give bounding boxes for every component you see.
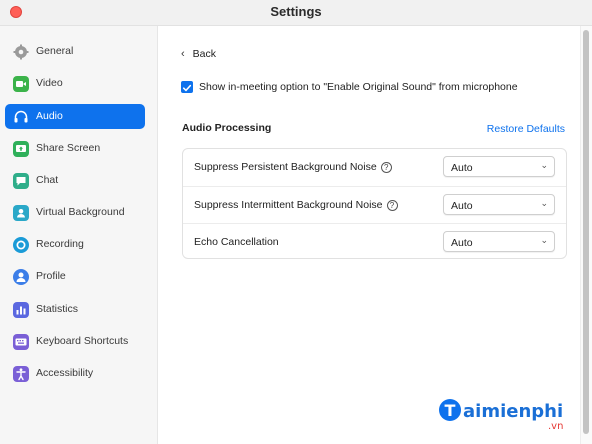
echo-cancellation-row: Echo Cancellation Auto ⌄ <box>183 223 566 260</box>
headphones-icon <box>12 108 29 125</box>
title-bar: Settings <box>0 0 592 26</box>
chevron-updown-icon: ⌄ <box>540 198 548 208</box>
persistent-noise-select[interactable]: Auto ⌄ <box>443 156 555 177</box>
select-value: Auto <box>451 162 473 174</box>
sidebar-item-audio[interactable]: Audio <box>5 104 145 129</box>
record-icon <box>12 236 29 253</box>
sidebar-item-label: Share Screen <box>36 142 101 154</box>
sidebar-item-profile[interactable]: Profile <box>5 264 145 289</box>
help-icon[interactable]: ? <box>380 161 392 173</box>
sidebar-item-general[interactable]: General <box>5 39 145 64</box>
sidebar-item-virtual-background[interactable]: Virtual Background <box>5 200 145 225</box>
video-icon <box>12 75 29 92</box>
select-value: Auto <box>451 200 473 212</box>
select-value: Auto <box>451 237 473 249</box>
chat-icon <box>12 172 29 189</box>
sidebar-item-video[interactable]: Video <box>5 71 145 96</box>
statistics-icon <box>12 301 29 318</box>
sidebar-item-label: Chat <box>36 174 59 186</box>
restore-defaults-link[interactable]: Restore Defaults <box>487 123 565 135</box>
audio-processing-panel: Suppress Persistent Background Noise ? A… <box>182 148 567 259</box>
profile-icon <box>12 268 29 285</box>
sidebar-item-keyboard-shortcuts[interactable]: Keyboard Shortcuts <box>5 329 145 354</box>
sidebar-item-share-screen[interactable]: Share Screen <box>5 136 145 161</box>
persistent-noise-label: Suppress Persistent Background Noise <box>194 161 377 173</box>
watermark-suffix: .vn <box>548 421 563 432</box>
sidebar-item-chat[interactable]: Chat <box>5 168 145 193</box>
keyboard-icon <box>12 333 29 350</box>
sidebar-item-label: Video <box>36 77 63 89</box>
intermittent-noise-label: Suppress Intermittent Background Noise <box>194 199 383 211</box>
scrollbar[interactable] <box>580 26 592 444</box>
watermark-letter: T <box>445 401 456 420</box>
echo-cancellation-label: Echo Cancellation <box>194 236 279 248</box>
scrollbar-thumb[interactable] <box>583 30 589 434</box>
intermittent-noise-select[interactable]: Auto ⌄ <box>443 194 555 215</box>
intermittent-noise-row: Suppress Intermittent Background Noise ?… <box>183 186 566 223</box>
accessibility-icon <box>12 365 29 382</box>
chevron-left-icon: ‹ <box>181 48 185 60</box>
watermark-logo: T aimienphi .vn <box>438 396 578 436</box>
sidebar-item-recording[interactable]: Recording <box>5 232 145 257</box>
sidebar-item-statistics[interactable]: Statistics <box>5 297 145 322</box>
checkmark-icon <box>182 84 192 92</box>
original-sound-label: Show in-meeting option to "Enable Origin… <box>199 81 518 93</box>
settings-content: ‹ Back Show in-meeting option to "Enable… <box>159 26 592 444</box>
person-icon <box>12 204 29 221</box>
sidebar-item-label: Accessibility <box>36 367 94 379</box>
chevron-updown-icon: ⌄ <box>540 160 548 170</box>
original-sound-checkbox[interactable] <box>181 81 193 93</box>
sidebar-item-label: Audio <box>36 110 63 122</box>
sidebar-item-label: Virtual Background <box>36 206 125 218</box>
sidebar-item-label: Statistics <box>36 303 79 315</box>
back-label: Back <box>192 48 217 60</box>
persistent-noise-row: Suppress Persistent Background Noise ? A… <box>183 149 566 186</box>
chevron-updown-icon: ⌄ <box>540 235 548 245</box>
window-title: Settings <box>270 4 322 19</box>
watermark-text: aimienphi <box>463 401 563 422</box>
sidebar: General Video Audio Share Screen Chat Vi… <box>0 26 158 444</box>
sidebar-item-label: Profile <box>36 270 66 282</box>
help-icon[interactable]: ? <box>386 199 398 211</box>
audio-processing-title: Audio Processing <box>182 122 272 134</box>
sidebar-item-label: General <box>36 45 74 57</box>
echo-cancellation-select[interactable]: Auto ⌄ <box>443 231 555 252</box>
sidebar-item-accessibility[interactable]: Accessibility <box>5 361 145 386</box>
gear-icon <box>12 43 29 60</box>
share-screen-icon <box>12 140 29 157</box>
sidebar-item-label: Keyboard Shortcuts <box>36 335 129 347</box>
back-button[interactable]: ‹ Back <box>181 48 216 60</box>
sidebar-item-label: Recording <box>36 238 84 250</box>
